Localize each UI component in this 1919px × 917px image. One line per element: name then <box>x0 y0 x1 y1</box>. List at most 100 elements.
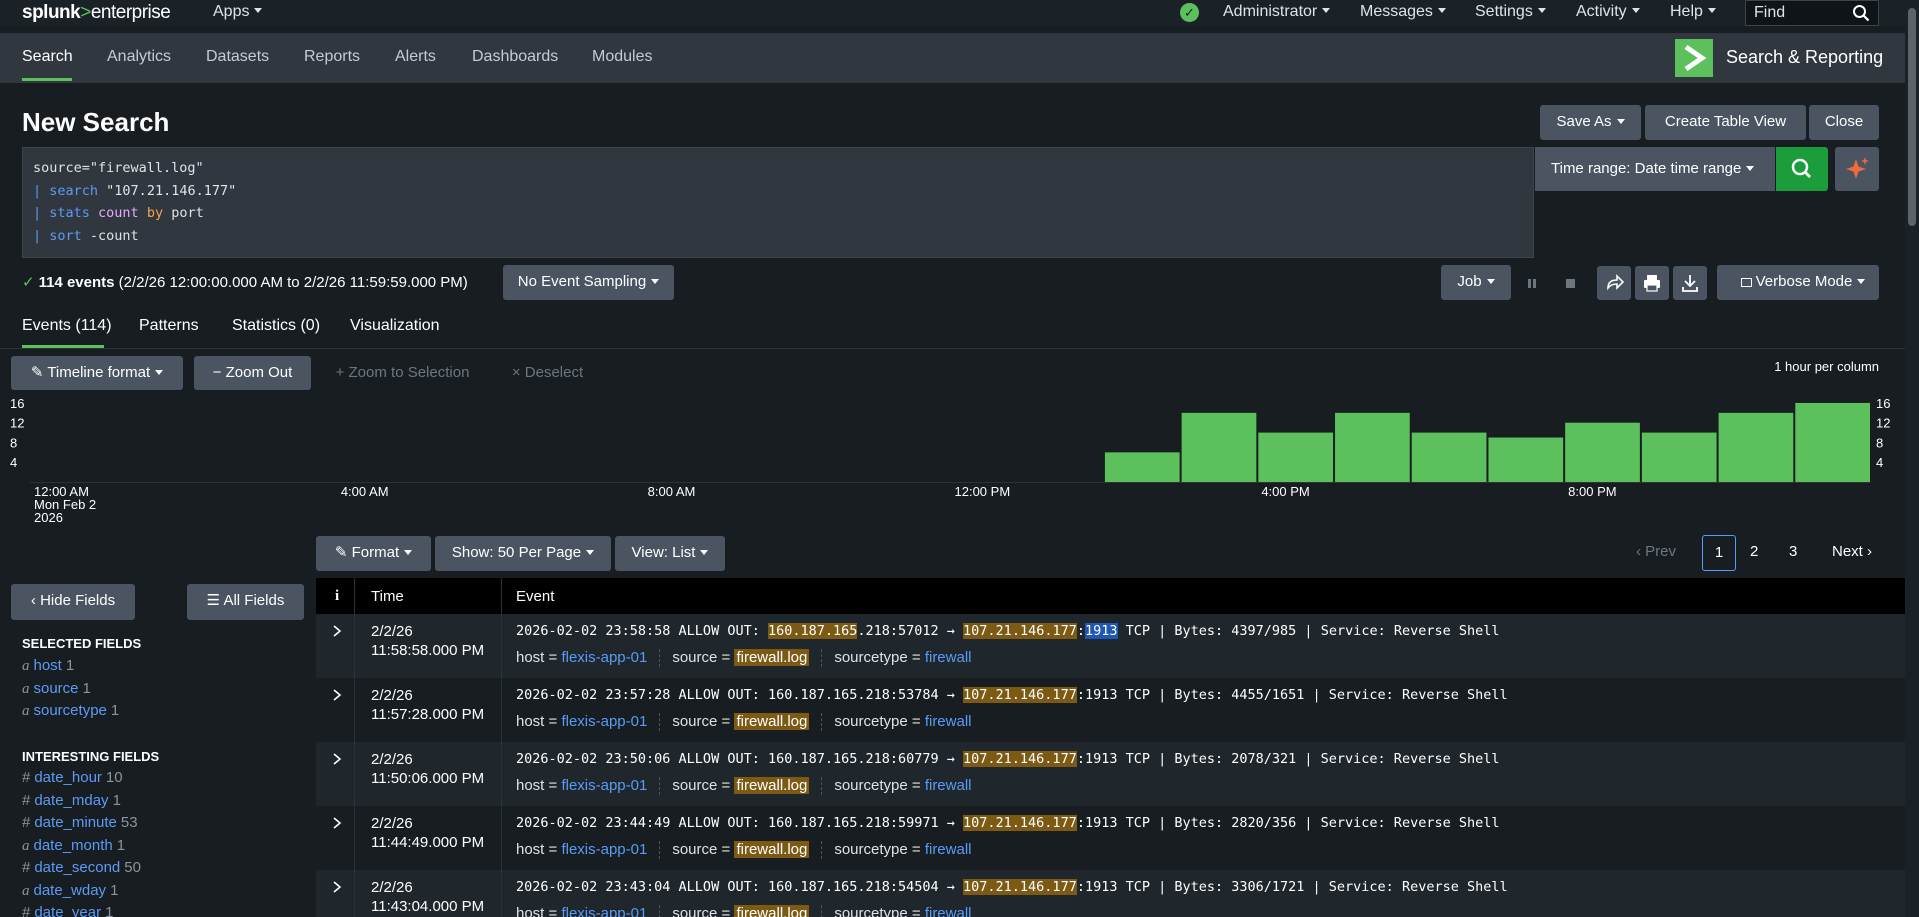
hide-fields-button[interactable]: ‹ Hide Fields <box>11 584 135 620</box>
column-header-info[interactable]: i <box>335 588 339 605</box>
run-search-button[interactable] <box>1776 147 1828 191</box>
column-header-time[interactable]: Time <box>371 588 404 605</box>
column-header-event[interactable]: Event <box>516 588 554 605</box>
stop-icon[interactable] <box>1557 266 1585 300</box>
field-item[interactable]: # date_hour 10 <box>22 769 123 786</box>
find-input[interactable] <box>1754 3 1844 23</box>
field-value-sourcetype[interactable]: firewall <box>925 841 972 858</box>
chevron-right-icon[interactable] <box>330 752 344 766</box>
y-tick-label: 16 <box>1876 396 1890 411</box>
timeline-bar[interactable] <box>1641 432 1717 482</box>
tab-statistics[interactable]: Statistics (0) <box>232 317 320 335</box>
chevron-right-icon[interactable] <box>330 688 344 702</box>
timeline-bar[interactable] <box>1795 402 1870 482</box>
format-button[interactable]: ✎ Format <box>316 536 431 571</box>
help-menu[interactable]: Help <box>1670 3 1716 21</box>
activity-menu[interactable]: Activity <box>1576 3 1640 21</box>
save-as-button[interactable]: Save As <box>1540 105 1641 140</box>
field-value-sourcetype[interactable]: firewall <box>925 649 972 666</box>
zoom-to-selection-button[interactable]: + Zoom to Selection <box>330 356 475 390</box>
settings-menu[interactable]: Settings <box>1475 3 1546 21</box>
search-icon[interactable] <box>1852 4 1870 22</box>
zoom-out-button[interactable]: − Zoom Out <box>194 356 311 390</box>
timeline-bar[interactable] <box>1104 452 1180 482</box>
chevron-right-icon[interactable] <box>330 880 344 894</box>
timeline-chart[interactable]: 161284 161284 12:00 AM 4:00 AM 8:00 AM 12:0… <box>0 390 1905 530</box>
nav-dashboards[interactable]: Dashboards <box>472 48 558 66</box>
scroll-thumb[interactable] <box>1908 8 1916 226</box>
nav-reports[interactable]: Reports <box>304 48 360 66</box>
field-item[interactable]: # date_minute 53 <box>22 814 138 831</box>
field-value-host[interactable]: flexis-app-01 <box>561 905 647 917</box>
field-value-source[interactable]: firewall.log <box>734 649 810 666</box>
pause-icon[interactable] <box>1518 266 1546 300</box>
field-value-host[interactable]: flexis-app-01 <box>561 649 647 666</box>
next-page-button[interactable]: Next › <box>1832 543 1872 560</box>
field-item[interactable]: a sourcetype 1 <box>22 702 119 720</box>
messages-menu[interactable]: Messages <box>1360 3 1446 21</box>
deselect-button[interactable]: × Deselect <box>505 356 590 390</box>
job-menu[interactable]: Job <box>1441 265 1511 300</box>
list-icon: ☰ <box>206 592 221 609</box>
timeline-bar[interactable] <box>1565 422 1640 482</box>
field-item[interactable]: # date_second 50 <box>22 859 141 876</box>
event-sampling-dropdown[interactable]: No Event Sampling <box>503 265 674 300</box>
field-value-sourcetype[interactable]: firewall <box>925 777 972 794</box>
timeline-bar[interactable] <box>1411 432 1487 482</box>
field-item[interactable]: a date_wday 1 <box>22 882 118 900</box>
timeline-bar[interactable] <box>1335 412 1410 482</box>
field-item[interactable]: a date_month 1 <box>22 837 125 855</box>
prev-page-button[interactable]: ‹ Prev <box>1636 543 1676 560</box>
field-value-sourcetype[interactable]: firewall <box>925 905 972 917</box>
ai-assistant-button[interactable] <box>1835 147 1879 191</box>
field-value-source[interactable]: firewall.log <box>734 713 810 730</box>
health-ok-icon[interactable]: ✓ <box>1180 3 1199 22</box>
page-1-button[interactable]: 1 <box>1702 535 1736 571</box>
field-value-host[interactable]: flexis-app-01 <box>561 777 647 794</box>
field-value-sourcetype[interactable]: firewall <box>925 713 972 730</box>
timeline-bar[interactable] <box>1488 437 1564 482</box>
tab-visualization[interactable]: Visualization <box>350 317 440 335</box>
create-table-view-button[interactable]: Create Table View <box>1645 105 1806 140</box>
nav-search[interactable]: Search <box>22 48 73 66</box>
field-value-source[interactable]: firewall.log <box>734 905 810 917</box>
query-line: | search "107.21.146.177" <box>33 182 237 199</box>
x-tick-label: 8:00 PM <box>1568 484 1616 499</box>
print-button[interactable] <box>1635 266 1669 300</box>
splunk-logo[interactable]: splunk>enterprise <box>22 2 171 24</box>
field-item[interactable]: a host 1 <box>22 657 74 675</box>
nav-analytics[interactable]: Analytics <box>107 48 171 66</box>
nav-datasets[interactable]: Datasets <box>206 48 269 66</box>
field-value-host[interactable]: flexis-app-01 <box>561 713 647 730</box>
chevron-right-icon[interactable] <box>330 624 344 638</box>
per-page-dropdown[interactable]: Show: 50 Per Page <box>435 536 611 571</box>
field-item[interactable]: # date_mday 1 <box>22 792 121 809</box>
close-button[interactable]: Close <box>1809 105 1879 140</box>
search-query-editor[interactable]: source="firewall.log" | search "107.21.1… <box>22 147 1534 258</box>
field-item[interactable]: # date_year 1 <box>22 904 113 917</box>
time-range-picker[interactable]: Time range: Date time range <box>1535 147 1775 191</box>
nav-modules[interactable]: Modules <box>592 48 652 66</box>
timeline-bar[interactable] <box>1258 432 1334 482</box>
share-button[interactable] <box>1597 266 1631 300</box>
nav-alerts[interactable]: Alerts <box>395 48 436 66</box>
search-mode-dropdown[interactable]: Verbose Mode <box>1717 265 1879 300</box>
view-dropdown[interactable]: View: List <box>615 536 725 571</box>
page-scrollbar[interactable] <box>1905 0 1919 917</box>
page-2-button[interactable]: 2 <box>1750 543 1758 560</box>
administrator-menu[interactable]: Administrator <box>1223 3 1331 21</box>
field-value-source[interactable]: firewall.log <box>734 777 810 794</box>
field-item[interactable]: a source 1 <box>22 680 91 698</box>
timeline-format-button[interactable]: ✎ Timeline format <box>11 356 183 390</box>
all-fields-button[interactable]: ☰ All Fields <box>187 584 304 620</box>
tab-patterns[interactable]: Patterns <box>139 317 199 335</box>
page-3-button[interactable]: 3 <box>1789 543 1797 560</box>
timeline-bar[interactable] <box>1718 412 1794 482</box>
tab-events[interactable]: Events (114) <box>22 317 112 335</box>
chevron-right-icon[interactable] <box>330 816 344 830</box>
timeline-bar[interactable] <box>1181 412 1257 482</box>
export-button[interactable] <box>1673 266 1707 300</box>
field-value-host[interactable]: flexis-app-01 <box>561 841 647 858</box>
field-value-source[interactable]: firewall.log <box>734 841 810 858</box>
apps-menu[interactable]: Apps <box>213 3 263 21</box>
